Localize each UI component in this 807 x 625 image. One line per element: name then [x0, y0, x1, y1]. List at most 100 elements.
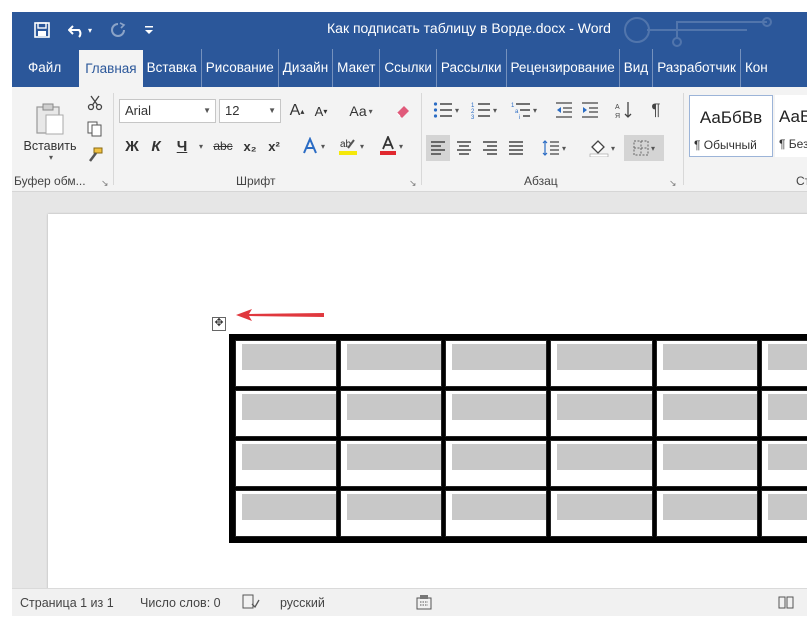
- copy-button[interactable]: [84, 118, 106, 140]
- sort-button[interactable]: AЯ: [612, 97, 636, 123]
- table-cell[interactable]: [760, 390, 807, 437]
- decrease-indent-button[interactable]: [552, 97, 576, 123]
- shading-button[interactable]: ▾: [584, 135, 620, 161]
- paragraph-launcher-icon[interactable]: ↘: [669, 178, 677, 189]
- document-page[interactable]: ✥: [48, 214, 807, 588]
- subscript-button[interactable]: x₂: [240, 133, 260, 159]
- table-cell[interactable]: [340, 490, 443, 537]
- table-cell[interactable]: [445, 340, 548, 387]
- table-cell[interactable]: [760, 340, 807, 387]
- tab-view[interactable]: Вид: [618, 49, 652, 87]
- tab-insert[interactable]: Вставка: [143, 49, 201, 87]
- show-marks-button[interactable]: ¶: [644, 97, 668, 123]
- clipboard-launcher-icon[interactable]: ↘: [101, 178, 109, 189]
- cell-shading: [242, 344, 337, 370]
- multilevel-list-button[interactable]: 1 a i ▾: [506, 97, 542, 123]
- numbering-button[interactable]: 1 2 3 ▾: [466, 97, 502, 123]
- word-count[interactable]: Число слов: 0: [140, 596, 221, 610]
- table-cell[interactable]: [550, 440, 653, 487]
- customize-qat-icon[interactable]: [144, 18, 154, 42]
- align-right-button[interactable]: [478, 135, 502, 161]
- read-mode-icon[interactable]: [778, 595, 794, 612]
- language-indicator[interactable]: русский: [280, 596, 325, 610]
- tab-design[interactable]: Дизайн: [277, 49, 332, 87]
- superscript-button[interactable]: x²: [264, 133, 284, 159]
- tab-references[interactable]: Ссылки: [379, 49, 436, 87]
- underline-button[interactable]: Ч: [172, 133, 192, 159]
- bullet-list-icon: [433, 102, 452, 118]
- shrink-font-button[interactable]: A ▾: [310, 99, 332, 123]
- table-cell[interactable]: [655, 340, 758, 387]
- tab-developer[interactable]: Разработчик: [652, 49, 740, 87]
- align-center-button[interactable]: [452, 135, 476, 161]
- svg-text:3: 3: [471, 115, 475, 119]
- paste-button[interactable]: Вставить ▾: [20, 93, 80, 171]
- bullets-button[interactable]: ▾: [428, 97, 464, 123]
- macro-record-icon[interactable]: [416, 595, 432, 613]
- tab-layout[interactable]: Макет: [332, 49, 379, 87]
- grow-font-button[interactable]: A ▴: [286, 99, 308, 123]
- undo-dropdown-icon[interactable]: ▾: [88, 26, 92, 35]
- line-spacing-button[interactable]: ▾: [536, 135, 572, 161]
- table-cell[interactable]: [340, 340, 443, 387]
- save-icon[interactable]: [34, 18, 50, 42]
- line-spacing-icon: [542, 140, 559, 156]
- table-cell[interactable]: [655, 490, 758, 537]
- increase-indent-button[interactable]: [578, 97, 602, 123]
- align-left-button[interactable]: [426, 135, 450, 161]
- justify-button[interactable]: [504, 135, 528, 161]
- style-no-spacing[interactable]: АаБ ¶ Без: [775, 95, 807, 157]
- table-move-handle-icon[interactable]: ✥: [212, 317, 226, 331]
- italic-button[interactable]: К: [146, 133, 166, 159]
- table-cell[interactable]: [235, 340, 338, 387]
- cut-button[interactable]: [84, 92, 106, 114]
- bold-button[interactable]: Ж: [122, 133, 142, 159]
- page-count[interactable]: Страница 1 из 1: [20, 596, 114, 610]
- table-cell[interactable]: [550, 340, 653, 387]
- change-case-button[interactable]: Аа ▾: [342, 99, 380, 123]
- font-size-dropdown-icon[interactable]: ▼: [268, 100, 276, 122]
- text-effects-button[interactable]: ▾: [298, 133, 328, 159]
- font-name-combo[interactable]: Arial ▼: [119, 99, 216, 123]
- table-cell[interactable]: [445, 490, 548, 537]
- table-cell[interactable]: [760, 490, 807, 537]
- underline-dropdown-icon[interactable]: ▾: [194, 133, 206, 159]
- cell-shading: [767, 444, 807, 470]
- table-cell[interactable]: [340, 390, 443, 437]
- proofing-icon[interactable]: [242, 594, 260, 613]
- tab-review[interactable]: Рецензирование: [505, 49, 619, 87]
- clear-formatting-button[interactable]: [392, 99, 414, 123]
- style-normal[interactable]: АаБбВв ¶ Обычный: [689, 95, 773, 157]
- borders-button[interactable]: ▾: [624, 135, 664, 161]
- font-size-combo[interactable]: 12 ▼: [219, 99, 281, 123]
- strikethrough-button[interactable]: abc: [210, 133, 236, 159]
- paste-dropdown-icon[interactable]: ▾: [49, 153, 53, 162]
- font-launcher-icon[interactable]: ↘: [409, 178, 417, 189]
- table-cell[interactable]: [655, 390, 758, 437]
- document-table[interactable]: [229, 334, 807, 543]
- tab-home[interactable]: Главная: [79, 50, 143, 87]
- undo-icon[interactable]: ▾: [68, 18, 92, 42]
- table-cell[interactable]: [340, 440, 443, 487]
- table-cell[interactable]: [445, 440, 548, 487]
- table-cell[interactable]: [445, 390, 548, 437]
- tab-mailings[interactable]: Рассылки: [435, 49, 506, 87]
- table-cell[interactable]: [235, 440, 338, 487]
- highlight-button[interactable]: ab ▾: [334, 133, 368, 159]
- table-cell[interactable]: [550, 490, 653, 537]
- style-normal-name: ¶ Обычный: [694, 138, 757, 152]
- numbered-list-icon: 123: [471, 103, 490, 119]
- tab-more[interactable]: Кон: [739, 49, 772, 87]
- tab-draw[interactable]: Рисование: [200, 49, 278, 87]
- tab-file[interactable]: Файл: [12, 49, 79, 87]
- format-painter-button[interactable]: [84, 144, 106, 166]
- table-cell[interactable]: [550, 390, 653, 437]
- table-cell[interactable]: [655, 440, 758, 487]
- font-color-button[interactable]: ▾: [374, 133, 408, 159]
- cell-shading: [452, 494, 547, 520]
- table-cell[interactable]: [760, 440, 807, 487]
- table-cell[interactable]: [235, 490, 338, 537]
- svg-text:i: i: [519, 115, 520, 119]
- table-cell[interactable]: [235, 390, 338, 437]
- font-name-dropdown-icon[interactable]: ▼: [203, 100, 211, 122]
